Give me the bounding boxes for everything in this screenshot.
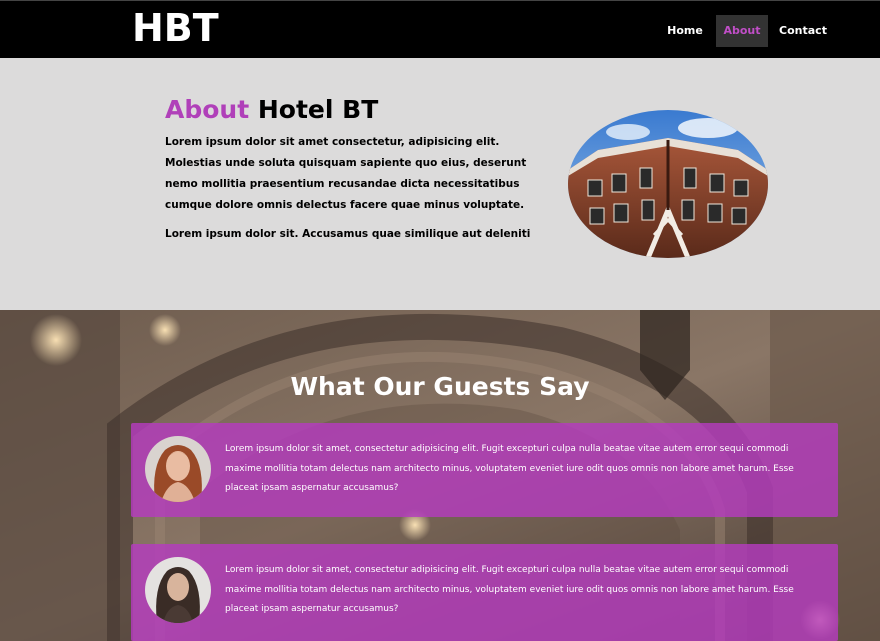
about-heading-rest: Hotel BT [249, 95, 379, 124]
testimonial-text-2: Lorem ipsum dolor sit amet, consectetur … [225, 565, 794, 614]
about-paragraph-2: Lorem ipsum dolor sit. Accusamus quae si… [165, 228, 531, 240]
testimonial-text-1: Lorem ipsum dolor sit amet, consectetur … [225, 444, 794, 493]
guest-avatar-1 [145, 436, 211, 502]
about-section: About Hotel BT Lorem ipsum dolor sit ame… [0, 58, 880, 310]
testimonial-card: Lorem ipsum dolor sit amet, consectetur … [131, 423, 838, 517]
nav-link-home[interactable]: Home [654, 15, 716, 47]
woman-red-hair-avatar [145, 436, 211, 502]
about-paragraph-1: Lorem ipsum dolor sit amet consectetur, … [165, 136, 527, 211]
testimonials-heading: What Our Guests Say [290, 372, 590, 401]
about-heading-accent: About [165, 95, 250, 124]
main-nav: Home About Contact [654, 15, 838, 47]
nav-link-about[interactable]: About [716, 15, 768, 47]
about-heading: About Hotel BT [165, 94, 378, 126]
testimonial-card: Lorem ipsum dolor sit amet, consectetur … [131, 544, 838, 641]
hotel-building-illustration [568, 110, 768, 258]
site-logo[interactable]: HBT [132, 5, 219, 51]
nav-link-contact[interactable]: Contact [768, 15, 838, 47]
woman-dark-hair-avatar [145, 557, 211, 623]
hotel-building-image [568, 110, 768, 258]
testimonials-section: What Our Guests Say Lorem ipsum dolor si… [0, 310, 880, 641]
navbar: HBT Home About Contact [0, 0, 880, 58]
guest-avatar-2 [145, 557, 211, 623]
